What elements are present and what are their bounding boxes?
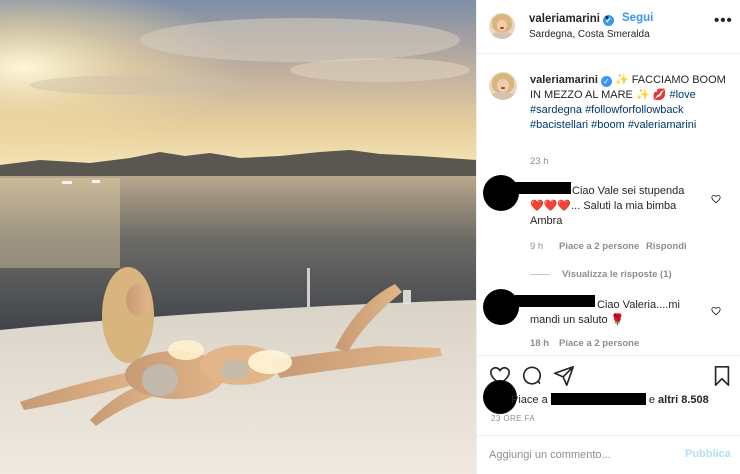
hashtag-link[interactable]: #valeriamarini	[628, 119, 696, 131]
hashtag-link[interactable]: #bacistellari	[530, 119, 588, 131]
comment-likes-link[interactable]: Piace a 2 persone	[559, 338, 639, 349]
add-comment-input[interactable]	[489, 445, 679, 465]
post-actions: Piace a e altri 8.508 23 ORE FA	[477, 355, 740, 435]
post-time: 23 ORE FA	[491, 414, 536, 423]
caption-username[interactable]: valeriamarini	[530, 74, 598, 86]
comment-text-line: Ciao Vale sei stupenda	[572, 185, 685, 197]
comment-time: 9 h	[530, 241, 544, 252]
comments-list[interactable]: valeriamarini ✓ ✨ FACCIAMO BOOM IN MEZZO …	[477, 55, 740, 355]
like-comment-heart-icon[interactable]	[711, 306, 721, 316]
author-username[interactable]: valeriamarini	[529, 13, 600, 25]
replies-divider	[530, 274, 550, 275]
likes-others-link[interactable]: altri 8.508	[658, 394, 709, 406]
post-header: valeriamarini ✓ • Segui Sardegna, Costa S…	[477, 0, 740, 54]
caption-text: valeriamarini ✓ ✨ FACCIAMO BOOM IN MEZZO …	[530, 73, 730, 133]
comment-text-line: Ciao Valeria....mi	[597, 299, 680, 311]
hashtag-link[interactable]: #boom	[591, 119, 625, 131]
redacted-avatar	[483, 175, 519, 211]
likes-connector: e	[648, 394, 655, 406]
more-options-icon[interactable]: •••	[714, 12, 733, 29]
share-icon[interactable]	[553, 365, 575, 387]
comment-text-line: mandi un saluto 🌹	[530, 314, 625, 326]
like-comment-heart-icon[interactable]	[711, 194, 721, 204]
publish-button[interactable]: Pubblica	[685, 448, 731, 460]
avatar[interactable]	[489, 13, 515, 39]
reply-button[interactable]: Rispondi	[646, 241, 687, 252]
hashtag-link[interactable]: #followforfollowback	[585, 104, 683, 116]
post-side-panel: valeriamarini ✓ • Segui Sardegna, Costa S…	[476, 0, 740, 474]
comment-text-line: ❤️❤️❤️... Saluti la mia bimba	[530, 200, 677, 212]
comment-icon[interactable]	[521, 365, 543, 387]
comment-time: 18 h	[530, 338, 550, 349]
separator-dot: •	[605, 12, 609, 24]
redacted-avatar	[483, 289, 519, 325]
comment-likes-link[interactable]: Piace a 2 persone	[559, 241, 639, 252]
beach-photo	[0, 0, 476, 474]
redacted-username	[515, 295, 595, 307]
location-link[interactable]: Sardegna, Costa Smeralda	[529, 29, 650, 40]
redacted-username	[515, 182, 571, 194]
comment-meta: 9 h	[530, 241, 543, 252]
redacted-liker	[550, 393, 646, 405]
hashtag-link[interactable]: #sardegna	[530, 104, 582, 116]
add-comment-bar: Pubblica	[477, 435, 740, 474]
likes-summary[interactable]: Piace a e altri 8.508	[489, 393, 709, 406]
post-photo[interactable]	[0, 0, 476, 474]
comment-text-line: Ambra	[530, 215, 563, 227]
verified-badge-icon: ✓	[600, 76, 612, 87]
caption-avatar[interactable]	[489, 72, 517, 100]
hashtag-link[interactable]: #love	[669, 89, 695, 101]
view-replies-button[interactable]: Visualizza le risposte (1)	[562, 269, 672, 280]
likes-prefix: Piace a	[511, 394, 548, 406]
caption-time: 23 h	[530, 156, 549, 167]
author-username-link[interactable]: valeriamarini ✓	[529, 13, 614, 26]
save-bookmark-icon[interactable]	[711, 365, 733, 387]
follow-button[interactable]: Segui	[622, 12, 653, 24]
